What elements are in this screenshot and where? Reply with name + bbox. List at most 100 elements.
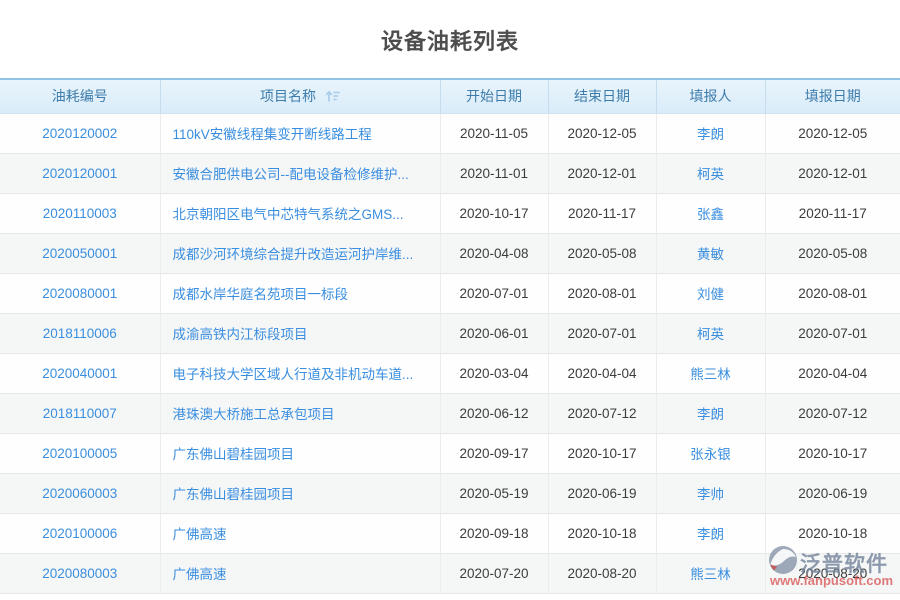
- reporter-link[interactable]: 柯英: [697, 167, 724, 182]
- start-date-cell: 2020-11-05: [440, 113, 548, 153]
- fuel-id-link[interactable]: 2020040001: [42, 366, 117, 381]
- reporter-link[interactable]: 李朗: [697, 407, 724, 422]
- project-link[interactable]: 港珠澳大桥施工总承包项目: [173, 407, 335, 422]
- start-date-cell: 2020-11-01: [440, 153, 548, 193]
- start-date-cell: 2020-09-17: [440, 433, 548, 473]
- start-date-cell: 2020-05-19: [440, 473, 548, 513]
- reporter-cell: 熊三林: [656, 353, 765, 393]
- column-header-project[interactable]: 项目名称: [160, 79, 440, 113]
- table-row: 2018110007 港珠澳大桥施工总承包项目 2020-06-12 2020-…: [0, 393, 900, 433]
- project-link[interactable]: 成都水岸华庭名苑项目一标段: [173, 287, 349, 302]
- project-cell: 广佛高速: [160, 513, 440, 553]
- fuel-consumption-table: 油耗编号 项目名称 开始日期 结束日期: [0, 78, 900, 594]
- report-date-cell: 2020-08-20: [765, 553, 900, 593]
- project-link[interactable]: 安徽合肥供电公司--配电设备检修维护...: [173, 167, 409, 182]
- project-cell: 北京朝阳区电气中芯特气系统之GMS...: [160, 193, 440, 233]
- table-row: 2020100005 广东佛山碧桂园项目 2020-09-17 2020-10-…: [0, 433, 900, 473]
- fuel-id-link[interactable]: 2020080001: [42, 286, 117, 301]
- fuel-id-link[interactable]: 2018110007: [43, 406, 117, 421]
- start-date-cell: 2020-07-20: [440, 553, 548, 593]
- report-date-cell: 2020-12-05: [765, 113, 900, 153]
- reporter-cell: 黄敏: [656, 233, 765, 273]
- reporter-link[interactable]: 柯英: [697, 327, 724, 342]
- project-cell: 110kV安徽线程集变开断线路工程: [160, 113, 440, 153]
- table-row: 2020060003 广东佛山碧桂园项目 2020-05-19 2020-06-…: [0, 473, 900, 513]
- end-date-cell: 2020-11-17: [548, 193, 656, 233]
- report-date-cell: 2020-08-01: [765, 273, 900, 313]
- fuel-id-cell: 2020080003: [0, 553, 160, 593]
- fuel-id-cell: 2018110007: [0, 393, 160, 433]
- reporter-cell: 刘健: [656, 273, 765, 313]
- report-date-cell: 2020-06-19: [765, 473, 900, 513]
- page-title: 设备油耗列表: [0, 0, 900, 78]
- fuel-id-link[interactable]: 2020120002: [42, 126, 117, 141]
- column-header-start-date: 开始日期: [440, 79, 548, 113]
- end-date-cell: 2020-07-12: [548, 393, 656, 433]
- end-date-cell: 2020-08-20: [548, 553, 656, 593]
- fuel-id-cell: 2020100006: [0, 513, 160, 553]
- fuel-id-link[interactable]: 2018110006: [43, 326, 117, 341]
- end-date-cell: 2020-07-01: [548, 313, 656, 353]
- start-date-cell: 2020-06-01: [440, 313, 548, 353]
- reporter-link[interactable]: 刘健: [697, 287, 724, 302]
- table-row: 2020080003 广佛高速 2020-07-20 2020-08-20 熊三…: [0, 553, 900, 593]
- project-link[interactable]: 110kV安徽线程集变开断线路工程: [173, 127, 372, 142]
- start-date-cell: 2020-10-17: [440, 193, 548, 233]
- reporter-cell: 李朗: [656, 513, 765, 553]
- reporter-cell: 张永银: [656, 433, 765, 473]
- report-date-cell: 2020-05-08: [765, 233, 900, 273]
- report-date-cell: 2020-07-12: [765, 393, 900, 433]
- reporter-cell: 李朗: [656, 113, 765, 153]
- sort-ascending-icon[interactable]: [325, 89, 340, 106]
- reporter-link[interactable]: 李帅: [697, 487, 724, 502]
- project-link[interactable]: 广东佛山碧桂园项目: [173, 487, 295, 502]
- column-header-fuel-id: 油耗编号: [0, 79, 160, 113]
- start-date-cell: 2020-03-04: [440, 353, 548, 393]
- table-row: 2018110006 成渝高铁内江标段项目 2020-06-01 2020-07…: [0, 313, 900, 353]
- reporter-link[interactable]: 李朗: [697, 127, 724, 142]
- project-link[interactable]: 电子科技大学区域人行道及非机动车道...: [173, 367, 414, 382]
- end-date-cell: 2020-12-01: [548, 153, 656, 193]
- column-header-project-label: 项目名称: [260, 88, 316, 104]
- reporter-link[interactable]: 熊三林: [690, 567, 731, 582]
- fuel-id-link[interactable]: 2020110003: [43, 206, 117, 221]
- project-link[interactable]: 成都沙河环境综合提升改造运河护岸维...: [173, 247, 414, 262]
- reporter-cell: 张鑫: [656, 193, 765, 233]
- start-date-cell: 2020-07-01: [440, 273, 548, 313]
- fuel-id-link[interactable]: 2020100006: [42, 526, 117, 541]
- project-cell: 广东佛山碧桂园项目: [160, 473, 440, 513]
- project-link[interactable]: 北京朝阳区电气中芯特气系统之GMS...: [173, 207, 404, 222]
- end-date-cell: 2020-06-19: [548, 473, 656, 513]
- fuel-id-link[interactable]: 2020100005: [42, 446, 117, 461]
- reporter-cell: 熊三林: [656, 553, 765, 593]
- fuel-id-link[interactable]: 2020120001: [42, 166, 117, 181]
- table-header: 油耗编号 项目名称 开始日期 结束日期: [0, 79, 900, 113]
- project-link[interactable]: 广东佛山碧桂园项目: [173, 447, 295, 462]
- project-cell: 电子科技大学区域人行道及非机动车道...: [160, 353, 440, 393]
- fuel-id-link[interactable]: 2020080003: [42, 566, 117, 581]
- report-date-cell: 2020-10-18: [765, 513, 900, 553]
- fuel-id-cell: 2020120002: [0, 113, 160, 153]
- fuel-id-cell: 2018110006: [0, 313, 160, 353]
- table-row: 2020040001 电子科技大学区域人行道及非机动车道... 2020-03-…: [0, 353, 900, 393]
- table-row: 2020110003 北京朝阳区电气中芯特气系统之GMS... 2020-10-…: [0, 193, 900, 233]
- report-date-cell: 2020-11-17: [765, 193, 900, 233]
- reporter-link[interactable]: 张鑫: [697, 207, 724, 222]
- project-cell: 安徽合肥供电公司--配电设备检修维护...: [160, 153, 440, 193]
- fuel-id-cell: 2020080001: [0, 273, 160, 313]
- reporter-link[interactable]: 张永银: [690, 447, 731, 462]
- project-link[interactable]: 成渝高铁内江标段项目: [173, 327, 308, 342]
- reporter-link[interactable]: 熊三林: [690, 367, 731, 382]
- project-link[interactable]: 广佛高速: [173, 567, 227, 582]
- project-cell: 成渝高铁内江标段项目: [160, 313, 440, 353]
- project-link[interactable]: 广佛高速: [173, 527, 227, 542]
- reporter-link[interactable]: 李朗: [697, 527, 724, 542]
- start-date-cell: 2020-06-12: [440, 393, 548, 433]
- project-cell: 港珠澳大桥施工总承包项目: [160, 393, 440, 433]
- fuel-id-link[interactable]: 2020060003: [42, 486, 117, 501]
- fuel-id-cell: 2020110003: [0, 193, 160, 233]
- report-date-cell: 2020-07-01: [765, 313, 900, 353]
- fuel-id-link[interactable]: 2020050001: [42, 246, 117, 261]
- fuel-id-cell: 2020060003: [0, 473, 160, 513]
- reporter-link[interactable]: 黄敏: [697, 247, 724, 262]
